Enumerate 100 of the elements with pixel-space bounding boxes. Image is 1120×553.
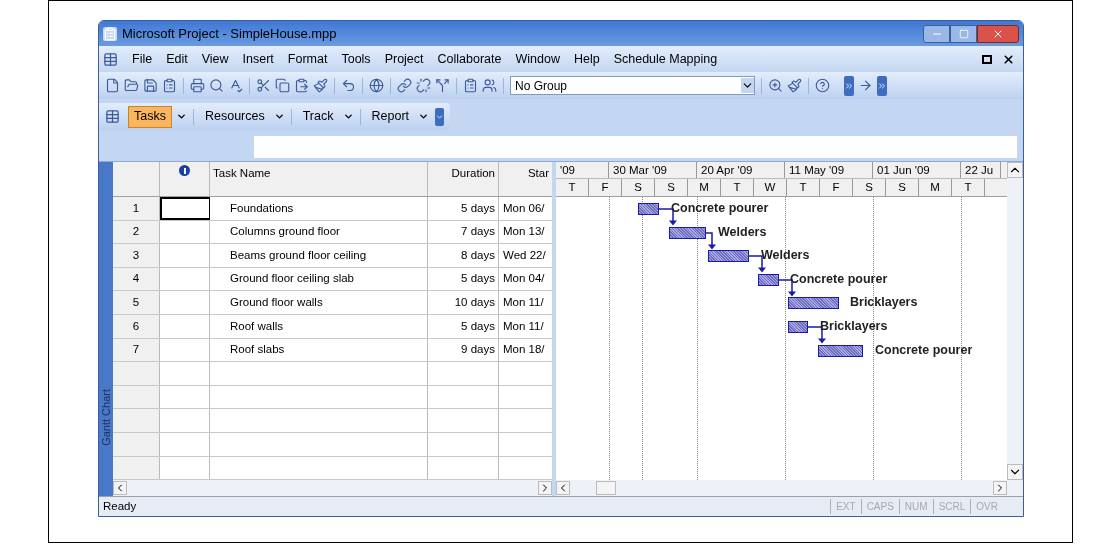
duration-cell-text: 5 days [461,318,495,334]
close-button[interactable] [977,24,1019,43]
menu-item[interactable]: Help [567,49,606,69]
undo-icon[interactable] [341,78,356,93]
open-folder-icon[interactable] [124,78,139,93]
task-bar[interactable] [758,273,779,286]
task-notes-icon[interactable] [463,78,478,93]
menu-item[interactable]: Insert [236,49,280,69]
column-header[interactable]: Star [527,167,549,179]
scroll-right-icon[interactable] [993,481,1007,495]
horizontal-scrollbar[interactable] [556,480,1023,496]
menu-item[interactable]: Edit [160,49,194,69]
maximize-button[interactable] [950,24,977,43]
row-header[interactable]: 5 [113,291,160,314]
paste-icon[interactable] [294,78,309,93]
task-bar[interactable] [708,250,749,263]
menu-item[interactable]: Schedule Mapping [607,49,724,69]
spell-check-icon[interactable] [228,78,243,93]
globe-icon[interactable] [369,78,384,93]
start-cell-text: Mon 04/ [503,271,545,287]
save-icon[interactable] [143,78,158,93]
help-icon[interactable] [815,78,830,93]
minimize-button[interactable] [923,24,950,43]
app-icon [103,26,117,41]
zoom-in-icon[interactable] [768,78,783,93]
menu-item[interactable]: Project [378,49,430,69]
unlink-icon[interactable] [416,78,431,93]
copy-icon[interactable] [275,78,290,93]
view-tab[interactable]: Track [297,105,339,128]
start-cell-text: Mon 13/ [503,224,545,240]
view-icon[interactable] [105,109,120,124]
task-name: Roof walls [230,318,284,334]
caret-icon[interactable] [418,111,430,122]
menu-item[interactable]: Tools [335,49,377,69]
status-indicator: CAPS [860,499,899,514]
view-tab[interactable]: Tasks [128,105,172,128]
caret-icon[interactable] [273,111,285,122]
view-tab[interactable]: Resources [199,105,270,128]
task-bar[interactable] [788,297,839,310]
task-bar[interactable] [788,321,808,333]
menu-item[interactable]: Format [281,49,334,69]
scroll-right-icon[interactable] [538,481,552,495]
users-icon[interactable] [482,78,497,93]
resource-label: Welders [761,249,810,262]
column-header[interactable]: Task Name [213,167,271,179]
view-label: Gantt Chart [99,389,113,446]
menu-item[interactable]: Window [509,49,566,69]
restore-icon[interactable] [982,54,992,64]
scroll-down-icon[interactable] [1007,464,1023,480]
overflow-icon[interactable] [877,75,887,96]
overflow-icon[interactable] [844,75,854,96]
document-icon[interactable] [103,51,118,67]
timescale-cell: S [655,179,688,196]
new-file-icon[interactable] [105,78,120,93]
caret-icon[interactable] [342,111,354,122]
horizontal-scrollbar[interactable] [113,480,552,496]
vertical-scrollbar[interactable] [1007,162,1023,480]
task-name: Columns ground floor [230,224,340,240]
row-header[interactable]: 7 [113,338,160,362]
entry-field[interactable] [254,136,1017,158]
caret-icon[interactable] [175,111,187,122]
timescale-cell: 30 Mar '09 [609,162,697,178]
format-painter-icon[interactable] [313,78,328,93]
indicator-cell[interactable] [160,197,210,220]
overflow-icon[interactable] [435,107,445,126]
menu-item[interactable]: View [195,49,235,69]
task-bar[interactable] [818,344,863,357]
resource-label: Concrete pourer [671,202,769,215]
clipboard-icon[interactable] [162,78,177,93]
row-header[interactable]: 4 [113,267,160,291]
view-tab[interactable]: Report [366,105,415,128]
scroll-left-icon[interactable] [556,481,570,495]
timescale-cell: S [622,179,655,196]
task-bar[interactable] [638,203,659,215]
print-icon[interactable] [190,78,205,93]
timescale-cell: '09 [556,162,609,178]
group-dropdown[interactable]: No Group [510,76,755,95]
row-header[interactable]: 3 [113,244,160,267]
scroll-thumb[interactable] [596,481,616,495]
task-bar[interactable] [669,226,706,239]
close-icon[interactable] [1002,52,1015,66]
print-preview-icon[interactable] [209,78,224,93]
split-icon[interactable] [435,78,450,93]
duration-cell-text: 10 days [454,295,495,311]
duration-cell-text: 9 days [461,342,495,358]
column-header[interactable]: Duration [451,167,495,179]
menu-item[interactable]: File [126,49,159,69]
link-icon[interactable] [397,78,412,93]
cut-icon[interactable] [256,78,271,93]
row-header[interactable]: 1 [113,197,160,220]
timescale-cell: M [919,179,952,196]
row-header[interactable]: 6 [113,314,160,338]
task-name: Ground floor walls [230,295,323,311]
arrow-right-icon[interactable] [858,78,873,93]
dependency-arrow [706,231,716,251]
scroll-up-icon[interactable] [1007,162,1023,178]
timescale-cell: T [556,179,589,196]
row-header[interactable]: 2 [113,220,160,244]
scroll-left-icon[interactable] [113,481,127,495]
menu-item[interactable]: Collaborate [431,49,508,69]
